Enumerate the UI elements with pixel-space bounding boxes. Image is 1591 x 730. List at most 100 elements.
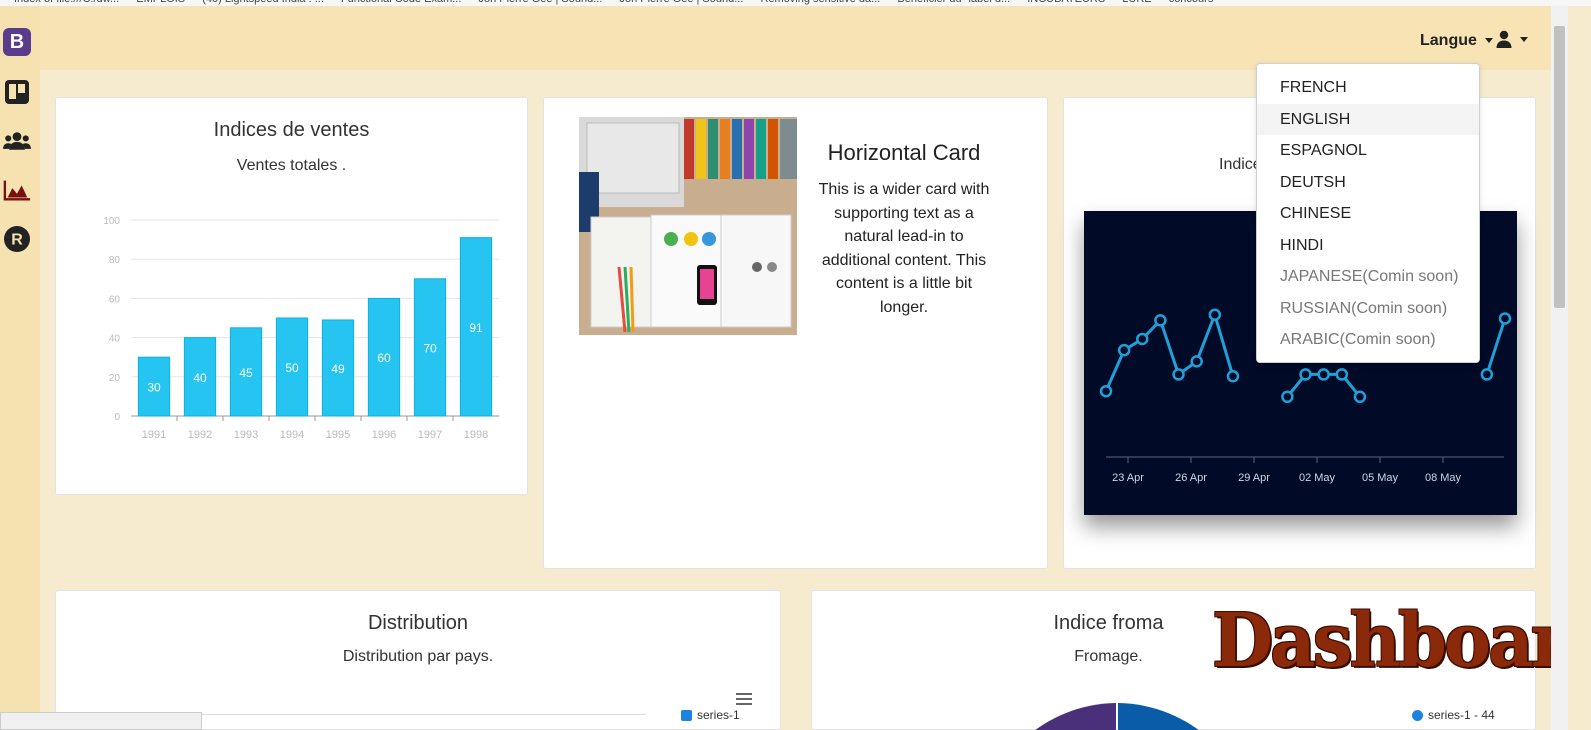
x-tick-label: 1991 [142,429,166,441]
data-point [1317,368,1330,381]
bookmark[interactable]: Jon Pierre Gee | Sound... [478,0,602,5]
bookmark[interactable]: Jon Pierre Gee | Sound... [619,0,743,5]
y-tick-label: 80 [109,255,121,266]
y-tick-label: 40 [109,334,121,345]
data-point [1099,384,1113,398]
language-option[interactable]: ESPAGNOL [1257,135,1479,166]
language-option: RUSSIAN(Comin soon) [1280,299,1448,317]
language-option: ARABIC(Comin soon) [1280,331,1436,348]
y-tick-label: 100 [103,216,120,227]
bar-data-label: 50 [285,361,299,375]
series-line [1485,317,1507,375]
language-option[interactable]: ENGLISH [1257,103,1479,135]
window-edge [1568,6,1591,730]
sales-bar-chart: 0 20 40 60 80 100 30 1991 40 1992 45 1993 50 1994 49 19… [103,216,499,441]
legend-label: series-1 [697,708,740,722]
top-navbar: Langue [40,6,1551,70]
y-tick-label: 60 [109,294,121,305]
language-label: Langue [1420,32,1477,49]
bookmark[interactable]: INCUBATEURS [1027,0,1105,5]
horizontal-card: Horizontal Card This is a wider card wit… [543,97,1048,569]
dashboard-logo: Dashboard [1212,598,1591,684]
card-title: Distribution [367,612,469,634]
x-tick-label: 1997 [418,429,442,441]
bookmark[interactable]: EMPLOIS [136,0,185,5]
x-tick-label: 08 May [1425,472,1462,484]
card-subtitle: Distribution par pays. [342,648,494,665]
chart-legend[interactable]: series-1 - 44 [1412,708,1495,722]
x-tick-label: 1995 [326,429,350,441]
bookmark[interactable]: Index of file:///C:/dw... [14,0,119,5]
y-tick-label: 0 [114,412,120,423]
bar-data-label: 49 [331,362,345,376]
caret-down-icon [1520,36,1528,42]
bar-data-label: 45 [239,366,253,380]
x-tick-label: 29 Apr [1238,472,1270,484]
bookmark[interactable]: LURE [1122,0,1151,5]
scrollbar-thumb[interactable] [1554,26,1565,308]
data-point [1480,368,1494,381]
language-option[interactable]: CHINESE [1257,198,1479,229]
card-text: This is a wider card with supporting tex… [818,181,990,316]
legend-label: series-1 - 44 [1428,708,1495,722]
bar-data-label: 30 [147,381,161,395]
language-option[interactable]: FRENCH [1257,72,1479,103]
data-point [1190,355,1203,368]
legend-swatch [681,709,692,721]
user-menu-toggle[interactable] [1496,30,1528,48]
bookmark[interactable]: Beneficier du "label d... [897,0,1010,5]
chart-menu-icon[interactable] [736,693,752,708]
bar-data-label: 60 [377,351,391,365]
x-tick-label: 1998 [464,429,488,441]
page-scrollbar[interactable] [1551,6,1568,730]
caret-down-icon [1484,38,1493,44]
language-option[interactable]: DEUTSH [1257,167,1479,198]
sidebar: B R [0,6,40,730]
y-tick-label: 20 [109,373,121,384]
sales-index-card: Indices de ventes Ventes totales . 0 20 40… [55,97,528,495]
data-point [1208,308,1222,321]
desk-photo [579,117,797,335]
distribution-card: Distribution Distribution par pays. seri… [55,590,781,730]
bookmark[interactable]: Removing sensitive da... [760,0,880,5]
x-tick-label: 02 May [1299,472,1336,484]
data-point [1335,368,1349,381]
x-tick-label: 1996 [372,429,396,441]
brand-logo-icon[interactable]: B [3,28,31,56]
data-point [1117,343,1131,357]
data-point [1172,368,1185,381]
svg-text:R: R [11,232,23,249]
card-title: Indices de ventes [213,119,370,141]
language-dropdown-toggle[interactable]: Langue [1420,32,1493,50]
bookmark[interactable]: (40) Lightspeed India : ... [202,0,324,5]
x-tick-label: 1992 [188,429,212,441]
bookmark[interactable]: concours [1169,0,1214,5]
x-tick-label: 1994 [280,429,304,441]
data-point [1154,314,1167,327]
bookmark[interactable]: Functional Code Exam... [341,0,461,5]
data-point [1136,332,1149,346]
x-tick-label: 23 Apr [1112,472,1144,484]
data-point [1353,390,1367,404]
data-point [1281,390,1294,404]
chart-legend[interactable]: series-1 [681,708,740,722]
x-tick-label: 05 May [1362,472,1399,484]
language-option[interactable]: HINDI [1257,230,1479,261]
x-tick-label: 26 Apr [1175,472,1207,484]
area-chart-icon[interactable] [3,176,31,204]
users-icon[interactable] [3,127,31,155]
legend-swatch [1412,709,1423,721]
user-icon [1496,30,1512,48]
card-subtitle: Ventes totales . [236,157,347,174]
bar-data-label: 70 [423,341,437,355]
pie-chart-fragment [1035,703,1199,730]
card-title: Horizontal Card [827,140,981,165]
bar-data-label: 40 [193,371,207,385]
bar-data-label: 91 [469,321,483,335]
browser-status-bar [0,712,202,730]
x-tick-label: 1993 [234,429,258,441]
r-circle-icon[interactable]: R [3,225,31,253]
trello-icon[interactable] [3,78,31,106]
data-point [1226,370,1240,383]
data-point [1299,368,1312,381]
